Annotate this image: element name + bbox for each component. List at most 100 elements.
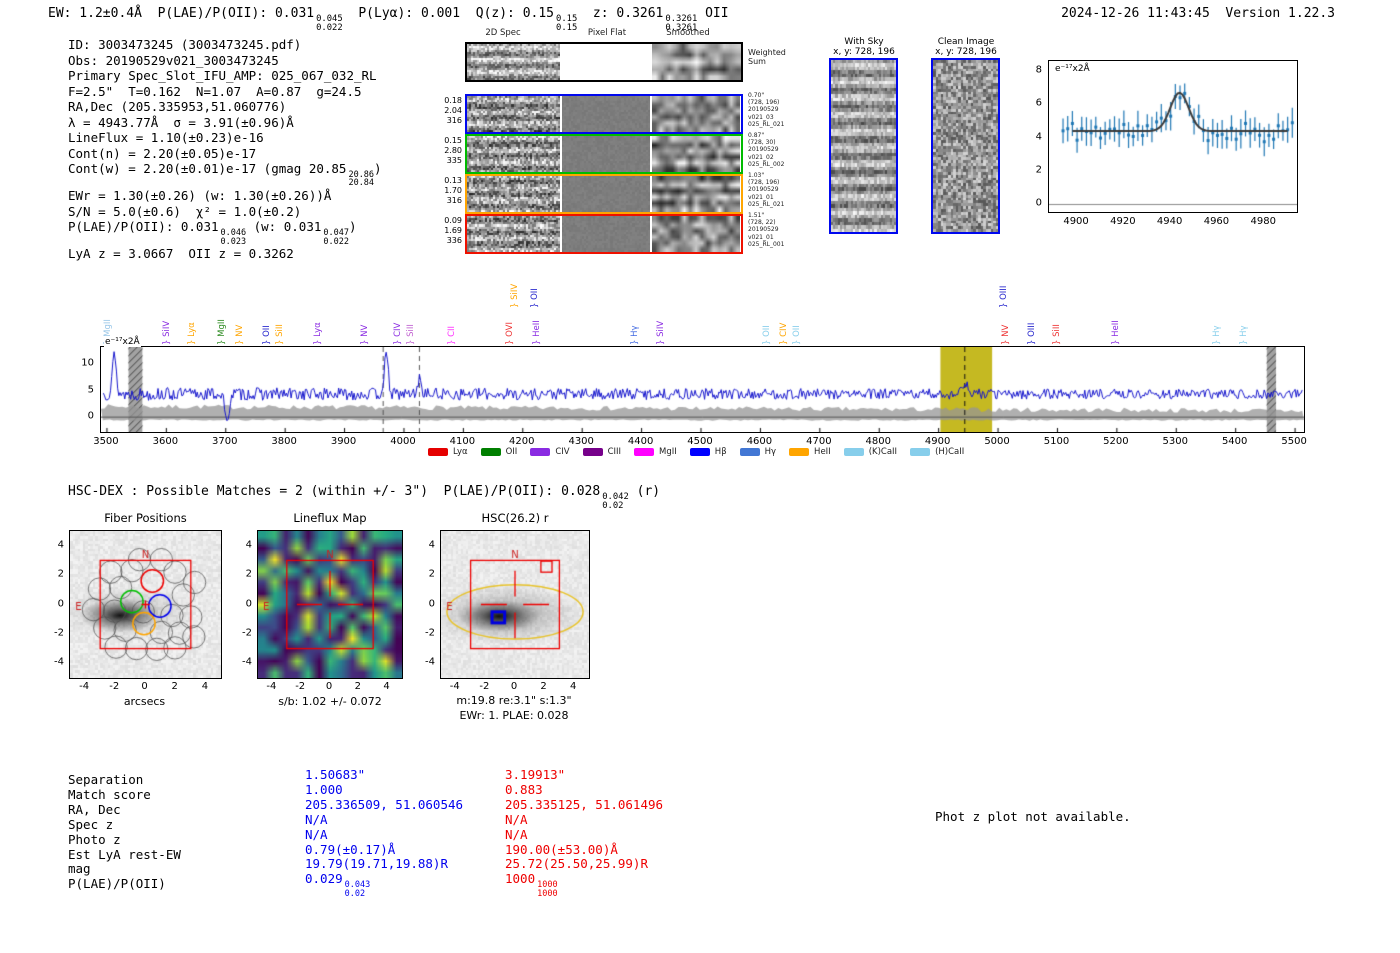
text-segment: 205.336509, 51.060546 <box>305 796 464 812</box>
lineflux-y-axis: -4 -2 0 2 4 <box>230 530 254 677</box>
lineflux-map-canvas <box>258 531 402 678</box>
weight-value: 2.80 <box>444 146 462 155</box>
fiber-row-annotation: 0.87" (728, 30) 20190529 v021_02 025_RL_002 <box>748 132 792 168</box>
axis-tick-label: 0 <box>510 681 518 692</box>
text-segment: P(Lyα): 0.001 Q(z): 0.15 <box>342 6 555 21</box>
weight-value: 316 <box>446 196 462 205</box>
info-line: Primary Spec_Slot_IFU_AMP: 025_067_032_R… <box>68 68 382 84</box>
spectral-line-label: } HeII <box>1110 320 1121 345</box>
hsc-dex-header: HSC-DEX : Possible Matches = 2 (within +… <box>68 484 660 511</box>
axis-tick-label: 2 <box>171 681 178 692</box>
spectral-line-label: } SiIV <box>509 283 520 308</box>
with-sky-image-box <box>829 58 898 234</box>
spectral-line-label: } SiII <box>275 324 285 345</box>
info-line: EWr = 1.30(±0.26) (w: 1.30(±0.26))Å <box>68 188 382 204</box>
annotation-line: v021_01 <box>748 193 774 201</box>
axis-tick-label: 4500 <box>687 436 713 447</box>
match-blue-value: 0.029 0.043 0.02 <box>305 871 505 898</box>
weight-value: 0.13 <box>444 176 462 185</box>
axis-tick-label: 4600 <box>746 436 773 447</box>
info-line: F=2.5" T=0.162 N=1.07 A=0.87 g=24.5 <box>68 84 382 100</box>
axis-tick-label: 4940 <box>1156 216 1183 227</box>
axis-tick-label: 5400 <box>1221 436 1248 447</box>
spectral-line-label: } NV <box>235 324 246 345</box>
weighted-sum-label: Weighted Sum <box>748 48 786 66</box>
annotation-line: 20190529 <box>748 146 779 154</box>
info-line: ID: 3003473245 (3003473245.pdf) <box>68 37 382 53</box>
hsc-caption-plae: EWr: 1. PLAE: 0.028 <box>459 709 569 722</box>
annotation-line: 025_RL_021 <box>748 120 785 128</box>
legend-swatch <box>789 448 810 456</box>
sup-sub-fraction: 0.043 0.02 <box>345 881 371 898</box>
smoothed-2d-image <box>652 176 740 212</box>
text-segment: EWr = 1.30(±0.26) (w: 1.30(±0.26))Å <box>68 188 332 204</box>
legend-label: Hγ <box>764 447 777 457</box>
spectral-line-label: } OIII <box>1027 322 1038 345</box>
info-line: Cont(n) = 2.20(±0.05)e-17 <box>68 146 382 162</box>
fiber-row-weights-label: 0.09 1.69 336 <box>436 216 462 246</box>
axis-tick-label: 4200 <box>509 436 535 447</box>
fiber-row-weights-label: 0.15 2.80 335 <box>436 136 462 166</box>
fiber-x-label: arcsecs <box>123 695 166 708</box>
text-segment: z: 0.3261 <box>577 6 664 21</box>
axis-tick-label: 2 <box>57 568 64 580</box>
text-segment: 19.79(19.71,19.88)R <box>305 856 448 872</box>
legend-item: Lyα <box>428 447 468 457</box>
annotation-line: 0.87" <box>748 132 765 139</box>
spectral-line-label: } OII <box>529 288 540 308</box>
info-line: S/N = 5.0(±0.6) χ² = 1.0(±0.2) <box>68 204 382 220</box>
axis-tick-label: 0 <box>428 598 435 609</box>
match-row-label: RA, Dec <box>68 801 121 817</box>
match-red-value: 25.72(25.50,25.99)R <box>505 856 663 872</box>
axis-tick-label: -2 <box>425 627 435 639</box>
axis-tick-label: 0 <box>141 681 148 692</box>
axis-tick-label: 5300 <box>1162 436 1188 447</box>
pixel-flat-image <box>562 96 650 132</box>
sup-sub-fraction: 0.047 0.022 <box>323 229 349 246</box>
axis-tick-label: 4960 <box>1203 216 1230 227</box>
fiber-row-annotation: 0.70" (728, 196) 20190529 v021_03 025_RL_021 <box>748 92 792 128</box>
weight-value: 336 <box>446 236 462 245</box>
spectrum-legend: Lyα OII CIV CIII MgII Hβ Hγ HeII (K)CaII (H)CaII <box>428 447 977 457</box>
axis-tick-label: -4 <box>449 681 460 692</box>
legend-swatch <box>739 448 760 456</box>
subscript: 0.023 <box>220 236 247 247</box>
legend-label: Lyα <box>453 447 468 457</box>
subscript: 20.84 <box>348 178 375 189</box>
axis-tick-label: 3800 <box>271 436 297 447</box>
axis-tick-label: -4 <box>79 681 90 692</box>
axis-tick-label: 2 <box>245 568 252 580</box>
weighted-smoothed-image <box>652 44 741 80</box>
legend-item: OII <box>480 447 517 457</box>
match-row-label: Match score <box>68 786 151 802</box>
axis-tick-label: 3600 <box>152 436 179 447</box>
match-row-label: Separation <box>68 772 144 787</box>
hsc-image-title: HSC(26.2) r <box>481 511 549 525</box>
spectral-line-label: } HeII <box>531 320 542 345</box>
2d-spec-image <box>467 136 560 172</box>
legend-swatch <box>843 448 864 456</box>
lineflux-caption: s/b: 1.02 +/- 0.072 <box>278 695 382 708</box>
legend-swatch <box>480 448 501 456</box>
text-segment: Cont(w) = 2.20(±0.01)e-17 (gmag 20.85 <box>68 161 347 176</box>
annotation-line: 20190529 <box>748 226 779 234</box>
legend-swatch <box>634 448 655 456</box>
annotation-line: v021_02 <box>748 153 774 161</box>
legend-item: (K)CaII <box>843 447 897 457</box>
axis-tick-label: 5500 <box>1281 436 1307 447</box>
smoothed-2d-image <box>652 136 740 172</box>
axis-tick-label: 3500 <box>93 436 119 447</box>
weight-value: 1.69 <box>444 226 462 235</box>
axis-tick-label: 0 <box>87 410 94 422</box>
axis-tick-label: 4300 <box>568 436 594 447</box>
legend-swatch <box>530 448 551 456</box>
hsc-image-canvas <box>441 531 589 678</box>
legend-item: CIII <box>582 447 621 457</box>
weight-value: 1.70 <box>444 186 462 195</box>
axis-tick-label: -2 <box>54 627 64 639</box>
weight-value: 2.04 <box>444 106 462 115</box>
2d-spec-column-header: 2D Spec <box>485 28 521 38</box>
match-red-value: N/A <box>505 827 663 843</box>
fiber-2d-row <box>465 94 743 134</box>
axis-tick-label: 0 <box>325 681 333 692</box>
